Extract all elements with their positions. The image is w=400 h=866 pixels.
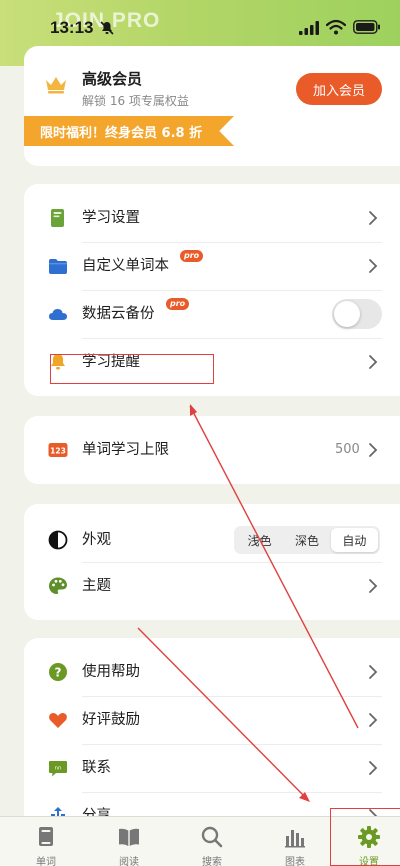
word-limit-group: 123 单词学习上限 500 bbox=[24, 416, 400, 484]
cloud-backup-toggle[interactable] bbox=[332, 299, 382, 329]
appearance-option-auto[interactable]: 自动 bbox=[330, 528, 378, 552]
help-group: ? 使用帮助 好评鼓励 nn 联系 分享 bbox=[24, 638, 400, 828]
join-member-button[interactable]: 加入会员 bbox=[296, 73, 382, 105]
pro-badge: pro bbox=[166, 298, 190, 310]
row-rate-app[interactable]: 好评鼓励 bbox=[24, 696, 400, 744]
row-label: 数据云备份 bbox=[82, 306, 155, 322]
annotation-box-settings-tab bbox=[330, 808, 400, 866]
svg-text:?: ? bbox=[55, 666, 62, 680]
chevron-right-icon bbox=[369, 211, 378, 225]
svg-text:123: 123 bbox=[50, 446, 66, 455]
tab-label: 图表 bbox=[285, 857, 305, 866]
row-custom-wordbook[interactable]: 自定义单词本 pro bbox=[24, 242, 400, 290]
book-icon bbox=[39, 827, 53, 846]
pro-badge: pro bbox=[180, 250, 204, 262]
tab-words[interactable]: 单词 bbox=[6, 817, 86, 866]
tab-charts[interactable]: 图表 bbox=[255, 817, 335, 866]
cloud-icon bbox=[49, 309, 67, 320]
battery-icon bbox=[353, 20, 380, 34]
chevron-right-icon bbox=[369, 579, 378, 593]
bell-mute-icon bbox=[100, 21, 114, 35]
row-label: 使用帮助 bbox=[82, 664, 140, 680]
cellular-signal-icon bbox=[299, 21, 319, 35]
chat-icon: nn bbox=[49, 761, 67, 777]
promo-banner[interactable]: 限时福利！终身会员 6.8 折 bbox=[24, 116, 234, 146]
row-contact[interactable]: nn 联系 bbox=[24, 744, 400, 792]
palette-icon bbox=[49, 577, 67, 594]
appearance-option-light[interactable]: 浅色 bbox=[236, 528, 283, 552]
status-time: 13:13 bbox=[50, 18, 94, 37]
heart-icon bbox=[49, 713, 67, 728]
row-study-settings[interactable]: 学习设置 bbox=[24, 194, 400, 242]
row-help[interactable]: ? 使用帮助 bbox=[24, 648, 400, 696]
row-theme[interactable]: 主题 bbox=[24, 562, 400, 610]
member-title: 高级会员 bbox=[82, 70, 143, 88]
help-icon: ? bbox=[49, 663, 67, 681]
crown-icon bbox=[46, 77, 66, 94]
row-label: 自定义单词本 bbox=[82, 258, 169, 274]
premium-member-card: 高级会员 解锁 16 项专属权益 加入会员 限时福利！终身会员 6.8 折 bbox=[24, 46, 400, 166]
tab-label: 搜索 bbox=[202, 857, 222, 866]
annotation-box-reminder bbox=[50, 354, 214, 384]
folder-icon bbox=[49, 259, 67, 274]
chevron-right-icon bbox=[369, 443, 378, 457]
chevron-right-icon bbox=[369, 665, 378, 679]
row-label: 学习设置 bbox=[82, 210, 140, 226]
search-icon bbox=[201, 826, 223, 848]
row-label: 联系 bbox=[82, 760, 111, 776]
row-label: 单词学习上限 bbox=[82, 442, 169, 458]
row-word-limit[interactable]: 123 单词学习上限 500 bbox=[24, 426, 400, 474]
chevron-right-icon bbox=[369, 355, 378, 369]
book-icon bbox=[51, 209, 64, 227]
chevron-right-icon bbox=[369, 713, 378, 727]
open-book-icon bbox=[119, 828, 139, 846]
row-label: 外观 bbox=[82, 532, 111, 548]
word-limit-value: 500 bbox=[335, 442, 360, 457]
row-appearance: 外观 浅色 深色 自动 bbox=[24, 514, 400, 566]
member-subtitle: 解锁 16 项专属权益 bbox=[82, 94, 189, 108]
bar-chart-icon bbox=[285, 830, 305, 848]
number-123-icon: 123 bbox=[48, 443, 68, 457]
chevron-right-icon bbox=[369, 259, 378, 273]
row-cloud-backup: 数据云备份 pro bbox=[24, 290, 400, 338]
row-label: 主题 bbox=[82, 578, 111, 594]
svg-text:nn: nn bbox=[55, 766, 62, 772]
tab-label: 单词 bbox=[36, 857, 56, 866]
appearance-option-dark[interactable]: 深色 bbox=[283, 528, 330, 552]
wifi-icon bbox=[326, 19, 346, 35]
tab-reading[interactable]: 阅读 bbox=[89, 817, 169, 866]
tab-search[interactable]: 搜索 bbox=[172, 817, 252, 866]
appearance-group: 外观 浅色 深色 自动 主题 bbox=[24, 504, 400, 620]
tab-label: 阅读 bbox=[119, 857, 139, 866]
appearance-segmented-control: 浅色 深色 自动 bbox=[234, 526, 380, 554]
chevron-right-icon bbox=[369, 761, 378, 775]
contrast-icon bbox=[48, 530, 68, 550]
row-label: 好评鼓励 bbox=[82, 712, 140, 728]
toggle-knob bbox=[334, 301, 360, 327]
